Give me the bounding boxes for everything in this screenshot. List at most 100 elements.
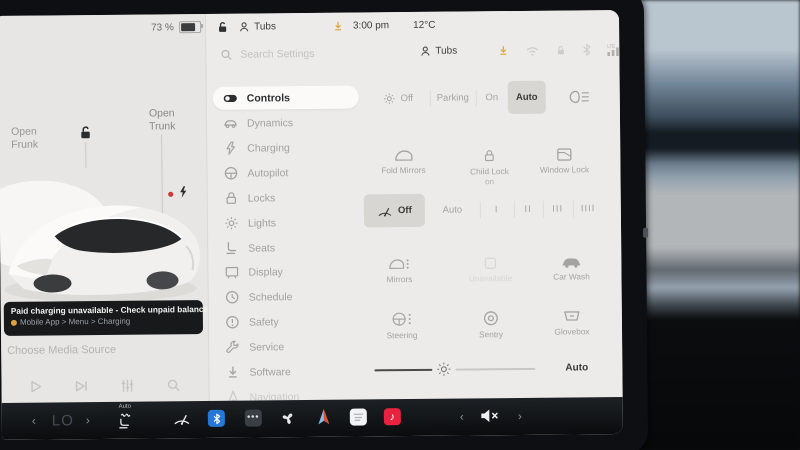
- calendar-app-icon[interactable]: [350, 408, 367, 425]
- fan-climate-icon[interactable]: [279, 409, 297, 427]
- header-profile[interactable]: Tubs: [419, 45, 457, 58]
- open-frunk-button[interactable]: Open Frunk: [11, 126, 47, 153]
- wipers-1-option[interactable]: I: [480, 193, 514, 226]
- light-icon: [382, 92, 395, 105]
- sidebar-item-locks[interactable]: Locks: [214, 186, 360, 210]
- search-placeholder: Search Settings: [240, 48, 314, 61]
- clock: 3:00 pm: [353, 20, 389, 31]
- car-wash-button[interactable]: Car Wash: [538, 255, 604, 283]
- open-trunk-button[interactable]: Open Trunk: [149, 107, 189, 134]
- sidebar-item-display[interactable]: Display: [214, 259, 360, 283]
- wipers-off-option[interactable]: Off: [364, 194, 425, 228]
- car-wash-icon: [560, 255, 582, 268]
- sentry-button[interactable]: Sentry: [456, 310, 526, 341]
- auto-highbeam-button[interactable]: [556, 80, 604, 113]
- lock-status-icon[interactable]: [216, 21, 229, 34]
- wipers-3-option[interactable]: III: [543, 192, 573, 225]
- brightness-slider[interactable]: [206, 10, 619, 14]
- lights-on-option[interactable]: On: [476, 81, 508, 114]
- wipers-auto-option[interactable]: Auto: [425, 193, 480, 227]
- display-icon: [224, 265, 239, 280]
- wiper-dock-icon[interactable]: [173, 411, 191, 426]
- headlight-icon: [569, 89, 591, 104]
- temp-up-chevron[interactable]: ›: [86, 413, 90, 427]
- lights-auto-option[interactable]: Auto: [508, 81, 546, 114]
- play-icon[interactable]: [29, 380, 42, 394]
- search-settings[interactable]: Search Settings: [220, 48, 314, 61]
- sidebar-item-autopilot[interactable]: Autopilot: [213, 161, 359, 185]
- media-search-icon[interactable]: [166, 378, 180, 392]
- temp-down-chevron[interactable]: ‹: [32, 414, 36, 428]
- glovebox-button[interactable]: Glovebox: [539, 309, 605, 338]
- brightness-sun-icon[interactable]: [436, 362, 451, 377]
- volume-muted-icon[interactable]: [480, 408, 500, 423]
- battery-percent: 73 %: [151, 22, 174, 33]
- media-source-prompt: Choose Media Source: [7, 344, 116, 357]
- window-lock-button[interactable]: Window Lock: [539, 147, 589, 175]
- notification-subtitle: Mobile App > Menu > Charging: [11, 316, 196, 327]
- wiper-icon: [377, 205, 393, 217]
- window-lock-icon: [556, 147, 572, 161]
- sidebar-item-seats[interactable]: Seats: [214, 236, 360, 260]
- volume-down-chevron[interactable]: ‹: [460, 410, 464, 424]
- mirrors-adjust-button[interactable]: Mirrors: [366, 257, 432, 286]
- sidebar-item-software[interactable]: Software: [215, 359, 361, 383]
- brightness-track-empty[interactable]: [455, 368, 535, 370]
- sidebar-item-dynamics[interactable]: Dynamics: [213, 111, 359, 135]
- volume-up-chevron[interactable]: ›: [518, 409, 522, 423]
- screen: 73 % Open Frunk Open Trunk: [0, 10, 623, 440]
- sidebar-item-controls[interactable]: Controls: [213, 86, 359, 110]
- sidebar-item-service[interactable]: Service: [215, 334, 361, 358]
- update-download-icon[interactable]: [332, 20, 344, 33]
- svg-text:LTE: LTE: [607, 44, 615, 49]
- lte-signal-icon: LTE: [607, 43, 623, 56]
- driver-profile[interactable]: Tubs: [238, 20, 276, 33]
- mirror-adjust-icon: [388, 257, 410, 271]
- child-lock-button[interactable]: Child Lock on: [454, 148, 524, 187]
- lightning-icon: [223, 141, 238, 156]
- lights-parking-option[interactable]: Parking: [430, 81, 476, 114]
- seat-heater-icon: [117, 411, 133, 429]
- settings-panel: Tubs 3:00 pm 12°C Search Settings: [205, 10, 623, 401]
- bluetooth-app-icon[interactable]: [208, 410, 225, 427]
- brightness-auto-toggle[interactable]: Auto: [565, 362, 588, 373]
- battery-icon: [179, 21, 201, 33]
- steering-adjust-button[interactable]: Steering: [369, 311, 435, 342]
- sidebar-item-lights[interactable]: Lights: [214, 211, 360, 235]
- light-icon: [224, 216, 239, 231]
- wifi-icon: [525, 44, 539, 56]
- outside-temperature[interactable]: 12°C: [413, 20, 435, 31]
- header-bluetooth-icon: [582, 43, 591, 56]
- sidebar-item-safety[interactable]: Safety: [215, 309, 361, 333]
- padlock-icon: [224, 191, 239, 206]
- more-apps-icon[interactable]: •••: [245, 409, 262, 426]
- steering-adjust-icon: [391, 311, 413, 327]
- next-track-icon[interactable]: [74, 379, 88, 393]
- wipers-4-option[interactable]: IIII: [572, 192, 604, 225]
- photo: 73 % Open Frunk Open Trunk: [0, 0, 800, 450]
- mirror-icon: [394, 149, 413, 162]
- glovebox-icon: [563, 309, 581, 323]
- settings-sidebar: Controls Dynamics Charging Autopilot: [206, 10, 619, 14]
- brightness-track-filled[interactable]: [374, 369, 432, 372]
- temperature-setting[interactable]: LO: [52, 412, 74, 429]
- sidebar-item-charging[interactable]: Charging: [213, 136, 359, 160]
- music-app-icon[interactable]: ♪: [384, 408, 401, 425]
- lights-off-option[interactable]: Off: [366, 82, 430, 116]
- header-download-icon[interactable]: [497, 44, 509, 57]
- status-bar: Tubs 3:00 pm 12°C: [216, 19, 435, 34]
- child-lock-icon: [482, 148, 496, 163]
- wipers-2-option[interactable]: II: [513, 193, 543, 226]
- fold-mirrors-button[interactable]: Fold Mirrors: [367, 149, 439, 177]
- seat-heater-button[interactable]: Auto: [117, 404, 133, 429]
- media-controls: [1, 372, 208, 400]
- sidebar-item-schedule[interactable]: Schedule: [215, 284, 361, 308]
- notification-banner[interactable]: Paid charging unavailable - Check unpaid…: [4, 300, 203, 336]
- header-profile-name: Tubs: [435, 46, 457, 57]
- bezel-mount: [643, 228, 648, 238]
- unavailable-button: Unavailable: [455, 256, 525, 285]
- navigation-app-icon[interactable]: [316, 408, 332, 427]
- toggle-icon: [223, 91, 238, 106]
- app-dot-icon: [11, 320, 17, 326]
- equalizer-icon[interactable]: [120, 379, 134, 393]
